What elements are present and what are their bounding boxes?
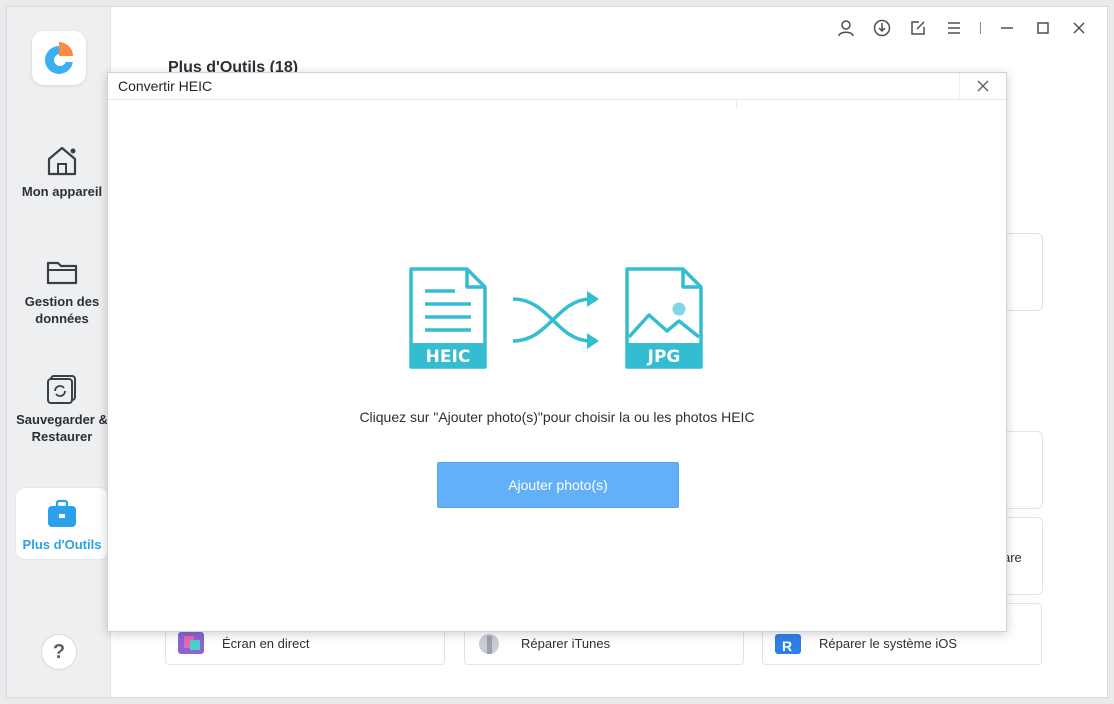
home-icon (15, 145, 109, 177)
close-icon[interactable] (1061, 17, 1097, 39)
menu-icon[interactable] (936, 17, 972, 39)
folder-icon (15, 257, 109, 287)
sidebar-item-sauvegarder[interactable]: Sauvegarder & Restaurer (15, 373, 109, 445)
edit-icon[interactable] (900, 17, 936, 39)
sidebar-item-plus-doutils[interactable]: Plus d'Outils (15, 487, 109, 560)
app-logo-icon (32, 31, 86, 85)
dialog-instruction: Cliquez sur "Ajouter photo(s)"pour chois… (359, 409, 755, 425)
heic-label: HEIC (426, 347, 471, 367)
sidebar-item-label: Sauvegarder & Restaurer (16, 412, 108, 444)
sidebar-item-mon-appareil[interactable]: Mon appareil (15, 145, 109, 200)
dialog-title: Convertir HEIC (118, 78, 213, 94)
jpg-label: JPG (647, 347, 681, 367)
minimize-icon[interactable] (989, 17, 1025, 39)
divider (736, 100, 737, 108)
app-window: Mon appareil Gestion des données Sauvega… (6, 6, 1108, 698)
help-button[interactable]: ? (41, 634, 77, 670)
close-icon (977, 80, 989, 92)
sidebar-item-label: Gestion des données (24, 294, 100, 326)
heic-to-jpg-illustration: HEIC JPG (409, 267, 705, 371)
heic-file-icon: HEIC (409, 267, 487, 369)
maximize-icon[interactable] (1025, 17, 1061, 39)
add-photos-button[interactable]: Ajouter photo(s) (437, 462, 679, 508)
sidebar-item-gestion-des-donnees[interactable]: Gestion des données (15, 257, 109, 327)
tool-card-label: Réparer iTunes (521, 636, 611, 651)
download-icon[interactable] (864, 17, 900, 39)
titlebar-divider (980, 22, 981, 34)
titlebar-controls (828, 17, 1097, 39)
sidebar: Mon appareil Gestion des données Sauvega… (7, 7, 111, 697)
jpg-file-icon: JPG (625, 267, 703, 369)
dialog-close-button[interactable] (959, 73, 1006, 99)
convert-heic-dialog: Convertir HEIC HEIC JPG Cliquez sur "Ajo… (107, 72, 1007, 632)
sidebar-item-label: Plus d'Outils (22, 537, 102, 552)
dialog-header: Convertir HEIC (108, 73, 1006, 100)
help-icon: ? (52, 640, 66, 663)
toolbox-icon (16, 498, 108, 530)
svg-text:R: R (782, 638, 792, 654)
user-icon[interactable] (828, 17, 864, 39)
backup-icon (15, 373, 109, 405)
tool-card-label: Réparer le système iOS (819, 636, 957, 651)
tool-card-label: Écran en direct (222, 636, 310, 651)
shuffle-icon (512, 291, 599, 349)
sidebar-item-label: Mon appareil (21, 184, 103, 199)
